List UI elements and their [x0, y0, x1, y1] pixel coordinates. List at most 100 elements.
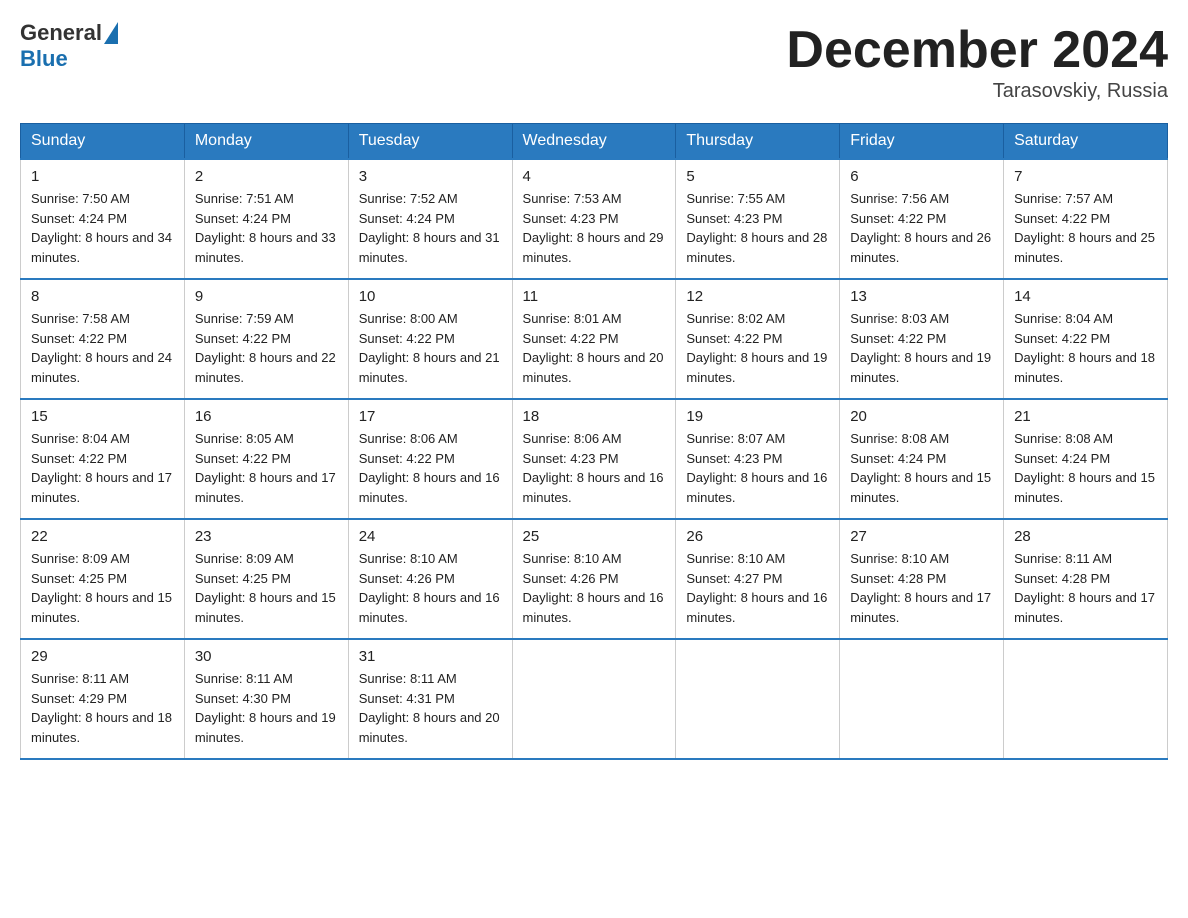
calendar-day-cell: 6 Sunrise: 7:56 AM Sunset: 4:22 PM Dayli…	[840, 159, 1004, 279]
calendar-header-saturday: Saturday	[1004, 124, 1168, 160]
logo-triangle-icon	[104, 22, 118, 44]
day-number: 27	[850, 528, 993, 545]
calendar-day-cell	[512, 639, 676, 759]
day-info: Sunrise: 7:53 AM Sunset: 4:23 PM Dayligh…	[523, 189, 666, 267]
calendar-day-cell: 15 Sunrise: 8:04 AM Sunset: 4:22 PM Dayl…	[21, 399, 185, 519]
day-number: 20	[850, 408, 993, 425]
day-number: 26	[686, 528, 829, 545]
day-number: 25	[523, 528, 666, 545]
logo-blue-text: Blue	[20, 46, 118, 72]
calendar-day-cell: 21 Sunrise: 8:08 AM Sunset: 4:24 PM Dayl…	[1004, 399, 1168, 519]
day-info: Sunrise: 7:55 AM Sunset: 4:23 PM Dayligh…	[686, 189, 829, 267]
calendar-day-cell: 11 Sunrise: 8:01 AM Sunset: 4:22 PM Dayl…	[512, 279, 676, 399]
calendar-day-cell: 30 Sunrise: 8:11 AM Sunset: 4:30 PM Dayl…	[184, 639, 348, 759]
title-section: December 2024 Tarasovskiy, Russia	[786, 20, 1168, 103]
day-number: 22	[31, 528, 174, 545]
day-number: 10	[359, 288, 502, 305]
calendar-day-cell: 14 Sunrise: 8:04 AM Sunset: 4:22 PM Dayl…	[1004, 279, 1168, 399]
calendar-day-cell: 31 Sunrise: 8:11 AM Sunset: 4:31 PM Dayl…	[348, 639, 512, 759]
day-number: 11	[523, 288, 666, 305]
calendar-header-thursday: Thursday	[676, 124, 840, 160]
day-info: Sunrise: 7:58 AM Sunset: 4:22 PM Dayligh…	[31, 309, 174, 387]
day-number: 16	[195, 408, 338, 425]
calendar-table: SundayMondayTuesdayWednesdayThursdayFrid…	[20, 123, 1168, 760]
calendar-day-cell: 18 Sunrise: 8:06 AM Sunset: 4:23 PM Dayl…	[512, 399, 676, 519]
day-info: Sunrise: 8:11 AM Sunset: 4:28 PM Dayligh…	[1014, 549, 1157, 627]
calendar-header-monday: Monday	[184, 124, 348, 160]
calendar-day-cell: 5 Sunrise: 7:55 AM Sunset: 4:23 PM Dayli…	[676, 159, 840, 279]
day-number: 24	[359, 528, 502, 545]
day-number: 9	[195, 288, 338, 305]
day-info: Sunrise: 8:09 AM Sunset: 4:25 PM Dayligh…	[31, 549, 174, 627]
day-number: 17	[359, 408, 502, 425]
calendar-day-cell: 16 Sunrise: 8:05 AM Sunset: 4:22 PM Dayl…	[184, 399, 348, 519]
day-info: Sunrise: 7:52 AM Sunset: 4:24 PM Dayligh…	[359, 189, 502, 267]
day-number: 19	[686, 408, 829, 425]
day-info: Sunrise: 8:04 AM Sunset: 4:22 PM Dayligh…	[1014, 309, 1157, 387]
day-info: Sunrise: 8:05 AM Sunset: 4:22 PM Dayligh…	[195, 429, 338, 507]
day-info: Sunrise: 8:10 AM Sunset: 4:27 PM Dayligh…	[686, 549, 829, 627]
calendar-day-cell: 25 Sunrise: 8:10 AM Sunset: 4:26 PM Dayl…	[512, 519, 676, 639]
day-number: 6	[850, 168, 993, 185]
calendar-header-sunday: Sunday	[21, 124, 185, 160]
day-info: Sunrise: 8:06 AM Sunset: 4:22 PM Dayligh…	[359, 429, 502, 507]
calendar-day-cell: 26 Sunrise: 8:10 AM Sunset: 4:27 PM Dayl…	[676, 519, 840, 639]
day-info: Sunrise: 8:11 AM Sunset: 4:29 PM Dayligh…	[31, 669, 174, 747]
month-title: December 2024	[786, 20, 1168, 80]
calendar-day-cell: 22 Sunrise: 8:09 AM Sunset: 4:25 PM Dayl…	[21, 519, 185, 639]
calendar-day-cell: 24 Sunrise: 8:10 AM Sunset: 4:26 PM Dayl…	[348, 519, 512, 639]
day-info: Sunrise: 8:03 AM Sunset: 4:22 PM Dayligh…	[850, 309, 993, 387]
day-number: 7	[1014, 168, 1157, 185]
calendar-day-cell: 17 Sunrise: 8:06 AM Sunset: 4:22 PM Dayl…	[348, 399, 512, 519]
day-number: 29	[31, 648, 174, 665]
day-info: Sunrise: 8:08 AM Sunset: 4:24 PM Dayligh…	[1014, 429, 1157, 507]
day-number: 14	[1014, 288, 1157, 305]
day-number: 30	[195, 648, 338, 665]
calendar-day-cell: 13 Sunrise: 8:03 AM Sunset: 4:22 PM Dayl…	[840, 279, 1004, 399]
location-title: Tarasovskiy, Russia	[786, 80, 1168, 103]
calendar-day-cell: 4 Sunrise: 7:53 AM Sunset: 4:23 PM Dayli…	[512, 159, 676, 279]
day-info: Sunrise: 8:07 AM Sunset: 4:23 PM Dayligh…	[686, 429, 829, 507]
day-info: Sunrise: 7:51 AM Sunset: 4:24 PM Dayligh…	[195, 189, 338, 267]
calendar-day-cell: 7 Sunrise: 7:57 AM Sunset: 4:22 PM Dayli…	[1004, 159, 1168, 279]
calendar-day-cell: 10 Sunrise: 8:00 AM Sunset: 4:22 PM Dayl…	[348, 279, 512, 399]
calendar-day-cell: 29 Sunrise: 8:11 AM Sunset: 4:29 PM Dayl…	[21, 639, 185, 759]
calendar-week-row: 8 Sunrise: 7:58 AM Sunset: 4:22 PM Dayli…	[21, 279, 1168, 399]
day-info: Sunrise: 8:04 AM Sunset: 4:22 PM Dayligh…	[31, 429, 174, 507]
day-number: 15	[31, 408, 174, 425]
day-info: Sunrise: 8:08 AM Sunset: 4:24 PM Dayligh…	[850, 429, 993, 507]
calendar-day-cell: 28 Sunrise: 8:11 AM Sunset: 4:28 PM Dayl…	[1004, 519, 1168, 639]
logo: General Blue	[20, 20, 118, 72]
calendar-day-cell: 9 Sunrise: 7:59 AM Sunset: 4:22 PM Dayli…	[184, 279, 348, 399]
calendar-day-cell: 20 Sunrise: 8:08 AM Sunset: 4:24 PM Dayl…	[840, 399, 1004, 519]
day-number: 5	[686, 168, 829, 185]
calendar-week-row: 15 Sunrise: 8:04 AM Sunset: 4:22 PM Dayl…	[21, 399, 1168, 519]
calendar-day-cell: 23 Sunrise: 8:09 AM Sunset: 4:25 PM Dayl…	[184, 519, 348, 639]
day-number: 3	[359, 168, 502, 185]
day-info: Sunrise: 7:57 AM Sunset: 4:22 PM Dayligh…	[1014, 189, 1157, 267]
day-info: Sunrise: 8:00 AM Sunset: 4:22 PM Dayligh…	[359, 309, 502, 387]
day-number: 1	[31, 168, 174, 185]
day-number: 13	[850, 288, 993, 305]
day-number: 21	[1014, 408, 1157, 425]
day-info: Sunrise: 8:09 AM Sunset: 4:25 PM Dayligh…	[195, 549, 338, 627]
calendar-week-row: 1 Sunrise: 7:50 AM Sunset: 4:24 PM Dayli…	[21, 159, 1168, 279]
day-number: 23	[195, 528, 338, 545]
day-info: Sunrise: 8:10 AM Sunset: 4:26 PM Dayligh…	[359, 549, 502, 627]
day-number: 18	[523, 408, 666, 425]
calendar-header-row: SundayMondayTuesdayWednesdayThursdayFrid…	[21, 124, 1168, 160]
day-info: Sunrise: 7:59 AM Sunset: 4:22 PM Dayligh…	[195, 309, 338, 387]
day-info: Sunrise: 8:01 AM Sunset: 4:22 PM Dayligh…	[523, 309, 666, 387]
day-number: 28	[1014, 528, 1157, 545]
calendar-day-cell: 27 Sunrise: 8:10 AM Sunset: 4:28 PM Dayl…	[840, 519, 1004, 639]
calendar-day-cell: 12 Sunrise: 8:02 AM Sunset: 4:22 PM Dayl…	[676, 279, 840, 399]
day-info: Sunrise: 8:10 AM Sunset: 4:26 PM Dayligh…	[523, 549, 666, 627]
calendar-week-row: 29 Sunrise: 8:11 AM Sunset: 4:29 PM Dayl…	[21, 639, 1168, 759]
day-info: Sunrise: 7:50 AM Sunset: 4:24 PM Dayligh…	[31, 189, 174, 267]
day-info: Sunrise: 8:11 AM Sunset: 4:30 PM Dayligh…	[195, 669, 338, 747]
day-number: 8	[31, 288, 174, 305]
day-info: Sunrise: 7:56 AM Sunset: 4:22 PM Dayligh…	[850, 189, 993, 267]
calendar-week-row: 22 Sunrise: 8:09 AM Sunset: 4:25 PM Dayl…	[21, 519, 1168, 639]
day-info: Sunrise: 8:06 AM Sunset: 4:23 PM Dayligh…	[523, 429, 666, 507]
logo-general-text: General	[20, 20, 102, 46]
